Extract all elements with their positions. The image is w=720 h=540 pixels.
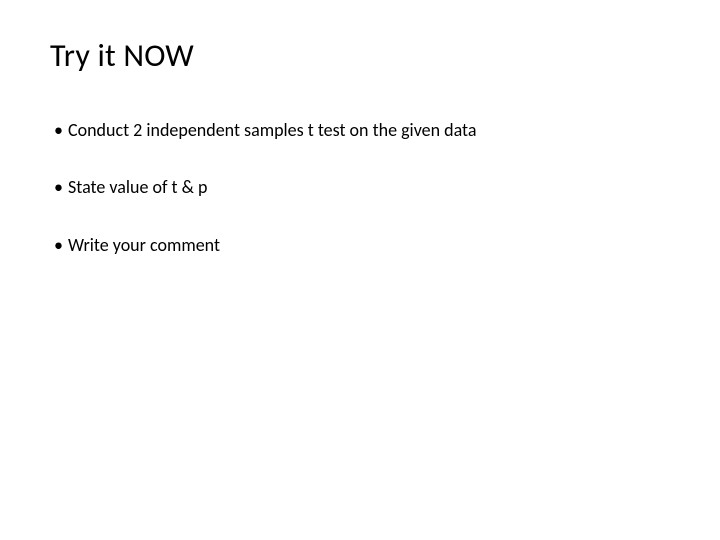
list-item: Conduct 2 independent samples t test on … [54, 119, 680, 142]
list-item: Write your comment [54, 234, 680, 257]
list-item: State value of t & p [54, 176, 680, 199]
page-title: Try it NOW [50, 36, 680, 75]
bullet-list: Conduct 2 independent samples t test on … [48, 119, 680, 257]
